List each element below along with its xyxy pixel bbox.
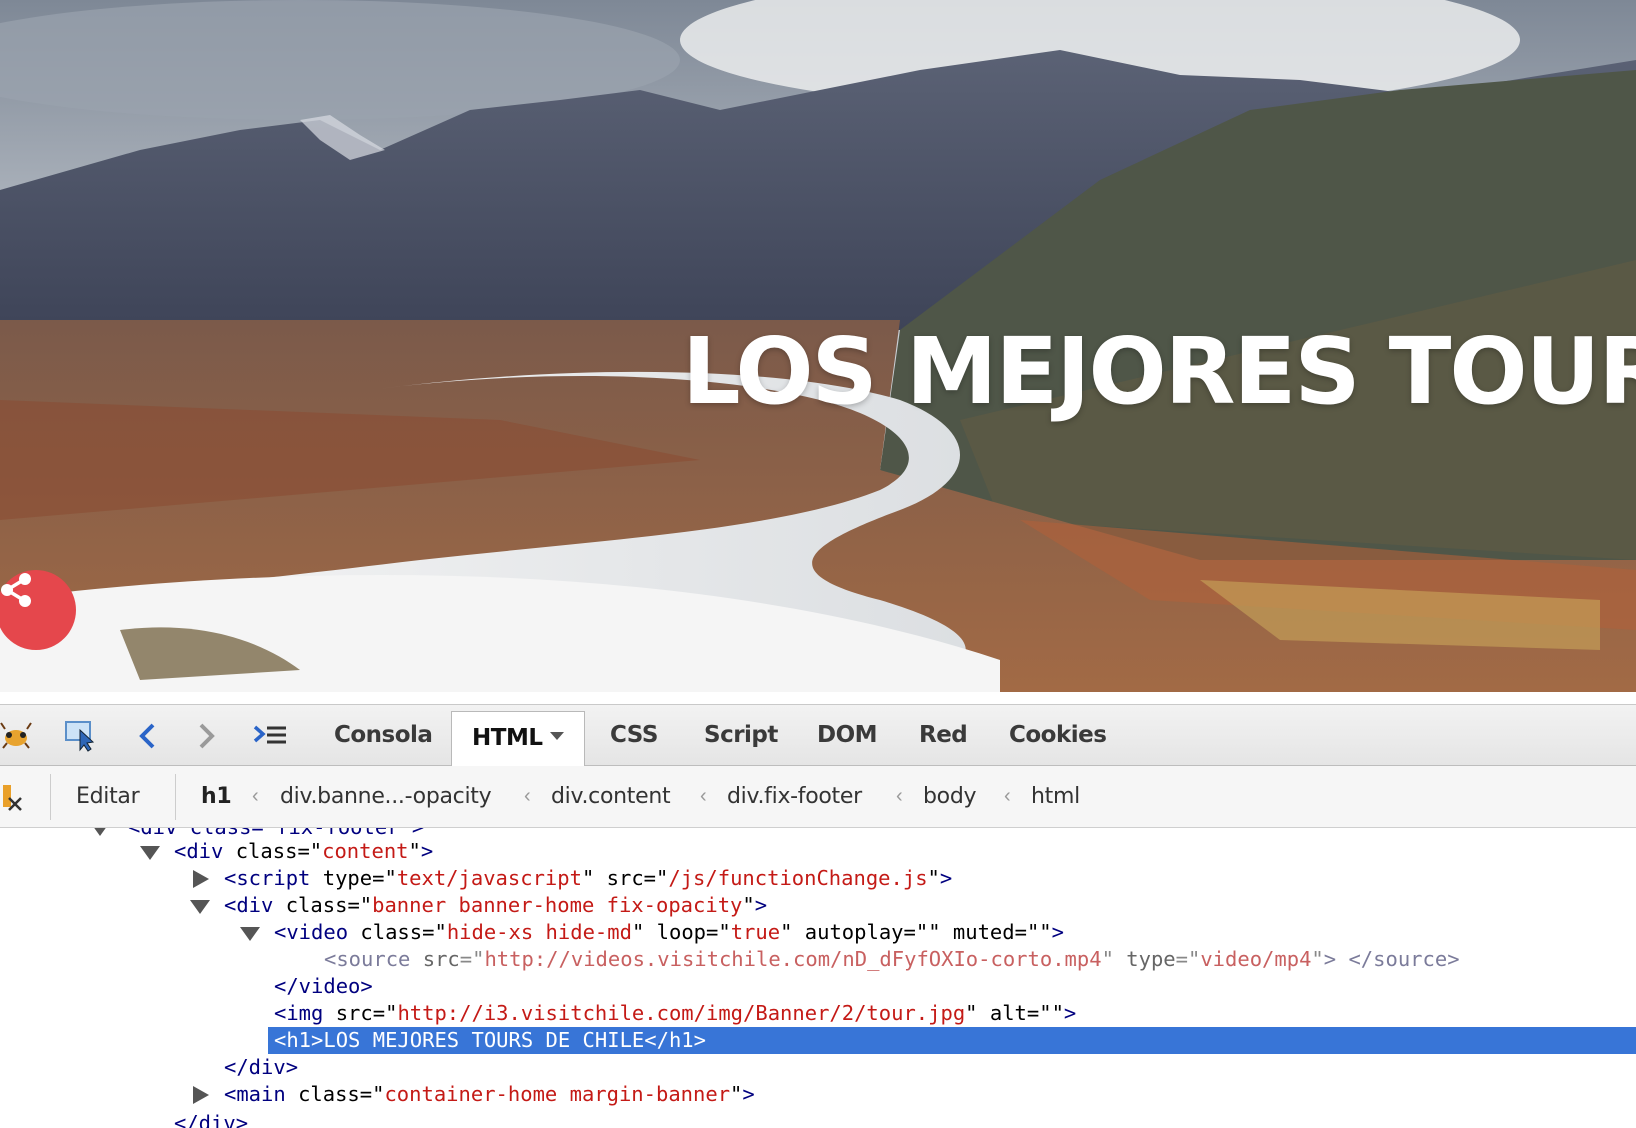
breadcrumb-div-content[interactable]: div.content xyxy=(551,766,671,828)
forward-icon[interactable] xyxy=(186,719,226,753)
banner-heading: LOS MEJORES TOUR xyxy=(682,318,1636,425)
breadcrumb-h1[interactable]: h1 xyxy=(201,766,232,828)
tree-node[interactable]: <div class="content"> xyxy=(0,838,1636,865)
tree-node[interactable]: </div> xyxy=(0,1054,1636,1081)
chevron-left-icon: ‹ xyxy=(252,785,259,807)
tree-node[interactable]: </video> xyxy=(0,973,1636,1000)
chevron-left-icon: ‹ xyxy=(524,785,531,807)
tree-node[interactable]: <script type="text/javascript" src="/js/… xyxy=(0,865,1636,892)
tab-css[interactable]: CSS xyxy=(610,705,658,766)
breadcrumb-html[interactable]: html xyxy=(1031,766,1080,828)
tree-node[interactable]: </div> xyxy=(0,1110,1636,1128)
tree-node[interactable]: <div class="banner banner-home fix-opaci… xyxy=(0,892,1636,919)
share-icon xyxy=(1,573,31,607)
chevron-left-icon: ‹ xyxy=(1004,785,1011,807)
html-edit-icon[interactable] xyxy=(0,780,34,814)
breadcrumb-div-banner[interactable]: div.banne...-opacity xyxy=(280,766,492,828)
breadcrumb-div-fix-footer[interactable]: div.fix-footer xyxy=(727,766,862,828)
tree-node[interactable]: <source src="http://videos.visitchile.co… xyxy=(0,946,1636,973)
breadcrumb: Editar h1 ‹ div.banne...-opacity ‹ div.c… xyxy=(0,766,1636,828)
html-tree: <div class="fix-footer"> <div class="con… xyxy=(0,828,1636,1128)
tab-html[interactable]: HTML xyxy=(451,711,586,768)
twisty-closed-icon[interactable] xyxy=(190,1081,210,1108)
twisty-closed-icon[interactable] xyxy=(190,865,210,892)
tab-network[interactable]: Red xyxy=(919,705,968,766)
inspect-pointer-icon[interactable] xyxy=(62,719,102,753)
tree-node[interactable]: <video class="hide-xs hide-md" loop="tru… xyxy=(0,919,1636,946)
twisty-open-icon[interactable] xyxy=(140,838,160,865)
tab-html-label: HTML xyxy=(472,725,543,751)
tab-cookies[interactable]: Cookies xyxy=(1009,705,1107,766)
tree-node[interactable]: <main class="container-home margin-banne… xyxy=(0,1081,1636,1108)
back-icon[interactable] xyxy=(128,719,168,753)
selected-tree-node[interactable]: <h1>LOS MEJORES TOURS DE CHILE</h1> xyxy=(268,1027,1636,1054)
twisty-open-icon[interactable] xyxy=(190,892,210,919)
tree-node[interactable]: <img src="http://i3.visitchile.com/img/B… xyxy=(0,1000,1636,1027)
twisty-open-icon[interactable] xyxy=(240,919,260,946)
chevron-down-icon[interactable] xyxy=(550,731,565,740)
tab-console[interactable]: Consola xyxy=(334,705,433,766)
chevron-left-icon: ‹ xyxy=(896,785,903,807)
hero-banner: LOS MEJORES TOUR xyxy=(0,0,1636,692)
firebug-icon[interactable] xyxy=(0,719,36,753)
tab-script[interactable]: Script xyxy=(704,705,778,766)
breadcrumb-body[interactable]: body xyxy=(923,766,977,828)
command-line-icon[interactable] xyxy=(250,719,290,753)
devtools-toolbar: Consola HTML CSS Script DOM Red Cookies xyxy=(0,704,1636,768)
tab-dom[interactable]: DOM xyxy=(817,705,878,766)
chevron-left-icon: ‹ xyxy=(700,785,707,807)
devtools-panel: Consola HTML CSS Script DOM Red Cookies … xyxy=(0,692,1636,1128)
edit-button[interactable]: Editar xyxy=(76,766,140,828)
